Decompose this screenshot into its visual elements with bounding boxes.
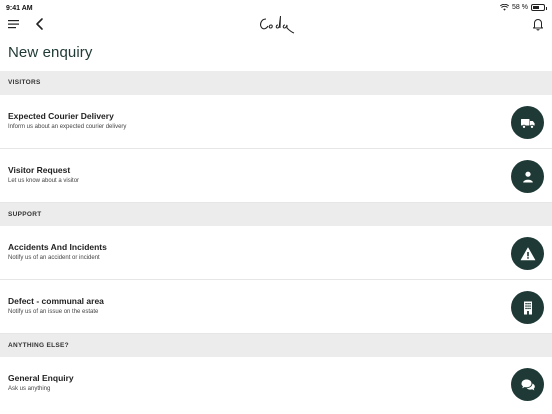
item-title: General Enquiry bbox=[8, 373, 74, 383]
item-title: Expected Courier Delivery bbox=[8, 111, 114, 121]
status-time: 9:41 AM bbox=[6, 5, 33, 12]
bell-icon[interactable] bbox=[532, 17, 544, 31]
person-icon[interactable] bbox=[511, 160, 544, 193]
section-label: SUPPORT bbox=[8, 211, 42, 218]
section-header-visitors: VISITORS bbox=[0, 71, 552, 95]
list-item-visitor-request[interactable]: Visitor Request Let us know about a visi… bbox=[0, 149, 552, 203]
item-title: Visitor Request bbox=[8, 165, 71, 175]
battery-fill bbox=[533, 6, 539, 9]
navigation-bar bbox=[0, 12, 552, 36]
item-title: Defect - communal area bbox=[8, 296, 104, 306]
list-item-expected-courier-delivery[interactable]: Expected Courier Delivery Inform us abou… bbox=[0, 95, 552, 149]
battery-percent: 58 % bbox=[512, 4, 528, 11]
warning-icon[interactable] bbox=[511, 237, 544, 270]
item-subtitle: Inform us about an expected courier deli… bbox=[8, 124, 127, 130]
truck-icon[interactable] bbox=[511, 106, 544, 139]
wifi-icon bbox=[500, 4, 510, 11]
back-chevron-icon[interactable] bbox=[34, 17, 46, 31]
list-item-accidents-and-incidents[interactable]: Accidents And Incidents Notify us of an … bbox=[0, 226, 552, 280]
menu-icon[interactable] bbox=[8, 18, 20, 30]
list-item-defect-communal-area[interactable]: Defect - communal area Notify us of an i… bbox=[0, 280, 552, 334]
coda-logo bbox=[260, 15, 295, 34]
chat-icon[interactable] bbox=[511, 368, 544, 401]
page-title: New enquiry bbox=[8, 44, 93, 61]
status-indicators: 58 % bbox=[500, 4, 547, 11]
section-label: ANYTHING ELSE? bbox=[8, 342, 69, 349]
item-subtitle: Notify us of an issue on the estate bbox=[8, 309, 99, 315]
building-icon[interactable] bbox=[511, 291, 544, 324]
item-subtitle: Ask us anything bbox=[8, 386, 51, 392]
battery-icon bbox=[531, 4, 547, 11]
item-title: Accidents And Incidents bbox=[8, 242, 107, 252]
section-label: VISITORS bbox=[8, 79, 41, 86]
section-header-anything-else: ANYTHING ELSE? bbox=[0, 334, 552, 358]
item-subtitle: Notify us of an accident or incident bbox=[8, 255, 100, 261]
item-subtitle: Let us know about a visitor bbox=[8, 178, 80, 184]
section-header-support: SUPPORT bbox=[0, 203, 552, 227]
list-item-general-enquiry[interactable]: General Enquiry Ask us anything bbox=[0, 357, 552, 414]
